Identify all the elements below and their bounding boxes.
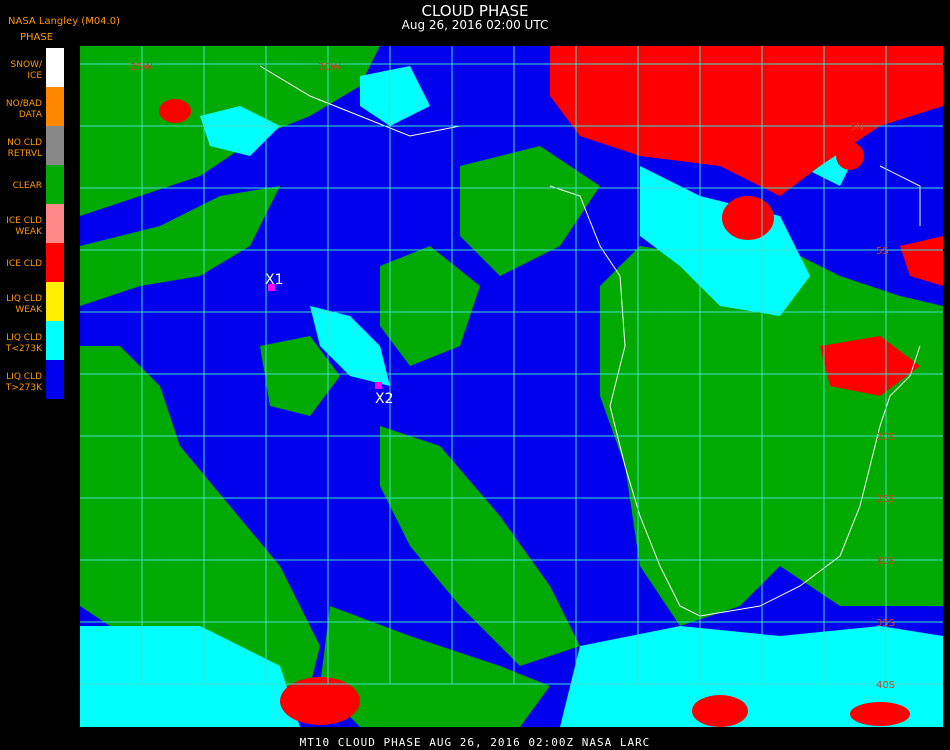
footer-caption: MT10 CLOUD PHASE AUG 26, 2016 02:00Z NAS… xyxy=(299,736,651,749)
legend-item-clear: CLEAR xyxy=(0,165,64,204)
cloud-phase-image: 25W 20W 5N 5S 20S 25S 30S 35S 40S X1 X2 xyxy=(80,46,943,727)
lon-label: 20W xyxy=(318,62,341,73)
legend-swatch xyxy=(46,360,64,399)
lat-label: 5N xyxy=(850,122,864,133)
legend-item-no-bad-data: NO/BAD DATA xyxy=(0,87,64,126)
lat-label: 40S xyxy=(876,680,895,691)
legend-title: PHASE xyxy=(20,32,54,43)
legend-label: ICE CLD xyxy=(6,259,42,269)
lat-label: 25S xyxy=(876,494,895,505)
legend-label: SNOW/ ICE xyxy=(10,60,42,81)
satellite-map[interactable]: 25W 20W 5N 5S 20S 25S 30S 35S 40S X1 X2 xyxy=(80,46,943,727)
legend-label: LIQ CLD WEAK xyxy=(6,294,42,315)
lon-label: 25W xyxy=(130,62,153,73)
lat-label: 20S xyxy=(876,432,895,443)
legend-swatch xyxy=(46,282,64,321)
lat-label: 35S xyxy=(876,618,895,629)
legend-item-liq-cld-warm: LIQ CLD T>273K xyxy=(0,360,64,399)
legend-swatch xyxy=(46,321,64,360)
legend-swatch xyxy=(46,165,64,204)
legend-item-no-cld-retrvl: NO CLD RETRVL xyxy=(0,126,64,165)
marker-x2 xyxy=(375,382,382,389)
legend-label: LIQ CLD T>273K xyxy=(5,372,42,393)
legend-item-liq-cld-cold: LIQ CLD T<273K xyxy=(0,321,64,360)
legend-label: NO CLD RETRVL xyxy=(7,138,42,159)
marker-x2-label: X2 xyxy=(375,391,394,407)
legend-item-snow-ice: SNOW/ ICE xyxy=(0,48,64,87)
legend-swatch xyxy=(46,87,64,126)
legend-item-liq-cld-weak: LIQ CLD WEAK xyxy=(0,282,64,321)
legend-item-ice-cld: ICE CLD xyxy=(0,243,64,282)
legend-label: NO/BAD DATA xyxy=(5,99,42,120)
legend-swatch xyxy=(46,126,64,165)
marker-x1-label: X1 xyxy=(265,272,284,288)
legend-swatch xyxy=(46,243,64,282)
legend-swatch xyxy=(46,48,64,87)
legend-label: LIQ CLD T<273K xyxy=(5,333,42,354)
lat-label: 30S xyxy=(876,556,895,567)
legend-label: CLEAR xyxy=(12,181,42,191)
map-timestamp: Aug 26, 2016 02:00 UTC xyxy=(401,18,549,32)
legend-item-ice-cld-weak: ICE CLD WEAK xyxy=(0,204,64,243)
lat-label: 5S xyxy=(876,246,889,257)
legend-swatch xyxy=(46,204,64,243)
legend-label: ICE CLD WEAK xyxy=(6,216,42,237)
